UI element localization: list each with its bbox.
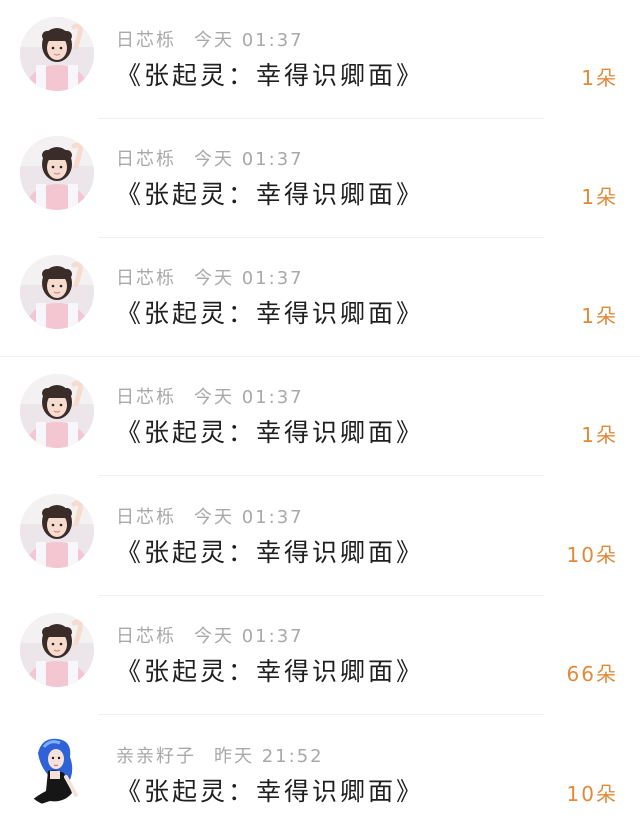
author-name[interactable]: 日芯栎 xyxy=(116,149,176,170)
author-name[interactable]: 日芯栎 xyxy=(116,268,176,289)
item-title[interactable]: 《张起灵：幸得识卿面》 xyxy=(116,413,424,449)
item-title[interactable]: 《张起灵：幸得识卿面》 xyxy=(116,533,424,569)
list-item[interactable]: 日芯栎 今天 01:37 《张起灵：幸得识卿面》 66朵 xyxy=(0,596,640,715)
divider xyxy=(98,475,544,476)
gift-record-list: 日芯栎 今天 01:37 《张起灵：幸得识卿面》 1朵 日芯栎 今天 01:37… xyxy=(0,0,640,837)
list-item[interactable]: 亲亲籽子 昨天 21:52 《张起灵：幸得识卿面》 10朵 xyxy=(0,716,640,835)
girl-portrait-avatar[interactable] xyxy=(20,17,94,91)
post-time: 今天 01:37 xyxy=(194,268,304,289)
post-time: 今天 01:37 xyxy=(194,507,304,528)
item-title[interactable]: 《张起灵：幸得识卿面》 xyxy=(116,772,424,808)
item-title[interactable]: 《张起灵：幸得识卿面》 xyxy=(116,175,424,211)
girl-portrait-avatar[interactable] xyxy=(20,494,94,568)
post-time: 今天 01:37 xyxy=(194,149,304,170)
flower-count: 1朵 xyxy=(581,304,618,328)
item-title[interactable]: 《张起灵：幸得识卿面》 xyxy=(116,652,424,688)
post-time: 今天 01:37 xyxy=(194,30,304,51)
flower-count: 10朵 xyxy=(566,782,618,806)
list-item[interactable]: 日芯栎 今天 01:37 《张起灵：幸得识卿面》 1朵 xyxy=(0,0,640,119)
list-item[interactable]: 日芯栎 今天 01:37 《张起灵：幸得识卿面》 1朵 xyxy=(0,119,640,238)
flower-count: 10朵 xyxy=(566,543,618,567)
list-item[interactable]: 日芯栎 今天 01:37 《张起灵：幸得识卿面》 1朵 xyxy=(0,357,640,476)
author-name[interactable]: 日芯栎 xyxy=(116,507,176,528)
girl-portrait-avatar[interactable] xyxy=(20,136,94,210)
blue-hair-girl-avatar[interactable] xyxy=(20,733,94,807)
list-item[interactable]: 日芯栎 今天 01:37 《张起灵：幸得识卿面》 10朵 xyxy=(0,477,640,596)
author-name[interactable]: 亲亲籽子 xyxy=(116,746,196,767)
item-meta: 日芯栎 今天 01:37 xyxy=(116,503,304,528)
girl-portrait-avatar[interactable] xyxy=(20,613,94,687)
item-meta: 日芯栎 今天 01:37 xyxy=(116,383,304,408)
list-item[interactable]: 日芯栎 今天 01:37 《张起灵：幸得识卿面》 1朵 xyxy=(0,238,640,357)
flower-count: 1朵 xyxy=(581,185,618,209)
author-name[interactable]: 日芯栎 xyxy=(116,30,176,51)
item-title[interactable]: 《张起灵：幸得识卿面》 xyxy=(116,56,424,92)
item-meta: 日芯栎 今天 01:37 xyxy=(116,622,304,647)
divider xyxy=(98,714,544,715)
flower-count: 66朵 xyxy=(566,662,618,686)
post-time: 今天 01:37 xyxy=(194,626,304,647)
item-meta: 日芯栎 今天 01:37 xyxy=(116,264,304,289)
post-time: 今天 01:37 xyxy=(194,387,304,408)
item-meta: 日芯栎 今天 01:37 xyxy=(116,145,304,170)
item-title[interactable]: 《张起灵：幸得识卿面》 xyxy=(116,294,424,330)
author-name[interactable]: 日芯栎 xyxy=(116,387,176,408)
item-meta: 亲亲籽子 昨天 21:52 xyxy=(116,742,324,767)
flower-count: 1朵 xyxy=(581,66,618,90)
girl-portrait-avatar[interactable] xyxy=(20,255,94,329)
girl-portrait-avatar[interactable] xyxy=(20,374,94,448)
item-meta: 日芯栎 今天 01:37 xyxy=(116,26,304,51)
author-name[interactable]: 日芯栎 xyxy=(116,626,176,647)
post-time: 昨天 21:52 xyxy=(214,746,324,767)
flower-count: 1朵 xyxy=(581,423,618,447)
